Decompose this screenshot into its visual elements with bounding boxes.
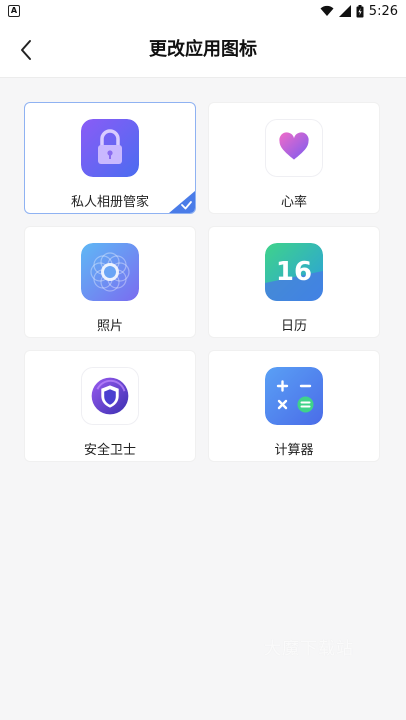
icon-option-label: 计算器	[274, 443, 314, 458]
signal-icon	[338, 5, 351, 17]
icon-grid: 私人相册管家 心率 照片 16 日历 安全卫士 计算器	[24, 102, 380, 462]
page-title: 更改应用图标	[149, 39, 257, 60]
icon-option-label: 日历	[280, 319, 307, 334]
app-header: 更改应用图标	[0, 22, 406, 78]
status-bar: A 5:26	[0, 0, 406, 22]
checkmark-icon	[169, 191, 195, 213]
calendar-day-number: 16	[276, 257, 312, 287]
status-time: 5:26	[368, 3, 398, 19]
calendar-icon: 16	[265, 243, 323, 301]
icon-option-label: 私人相册管家	[70, 195, 149, 210]
icon-option-security[interactable]: 安全卫士	[24, 350, 196, 462]
icon-option-photos[interactable]: 照片	[24, 226, 196, 338]
icon-option-label: 照片	[96, 319, 123, 334]
a-square-icon: A	[8, 5, 20, 17]
wifi-icon	[320, 5, 334, 16]
battery-icon	[356, 4, 364, 17]
icon-option-calendar[interactable]: 16 日历	[208, 226, 380, 338]
watermark-text: 大魔下载站	[264, 639, 354, 659]
shield-icon	[81, 367, 139, 425]
icon-option-label: 安全卫士	[83, 443, 136, 458]
calculator-icon	[265, 367, 323, 425]
icon-option-calculator[interactable]: 计算器	[208, 350, 380, 462]
lock-icon	[81, 119, 139, 177]
icon-option-private-album[interactable]: 私人相册管家	[24, 102, 196, 214]
icon-option-label: 心率	[280, 195, 307, 210]
photo-flower-icon	[81, 243, 139, 301]
heart-icon	[265, 119, 323, 177]
icon-option-heart-rate[interactable]: 心率	[208, 102, 380, 214]
